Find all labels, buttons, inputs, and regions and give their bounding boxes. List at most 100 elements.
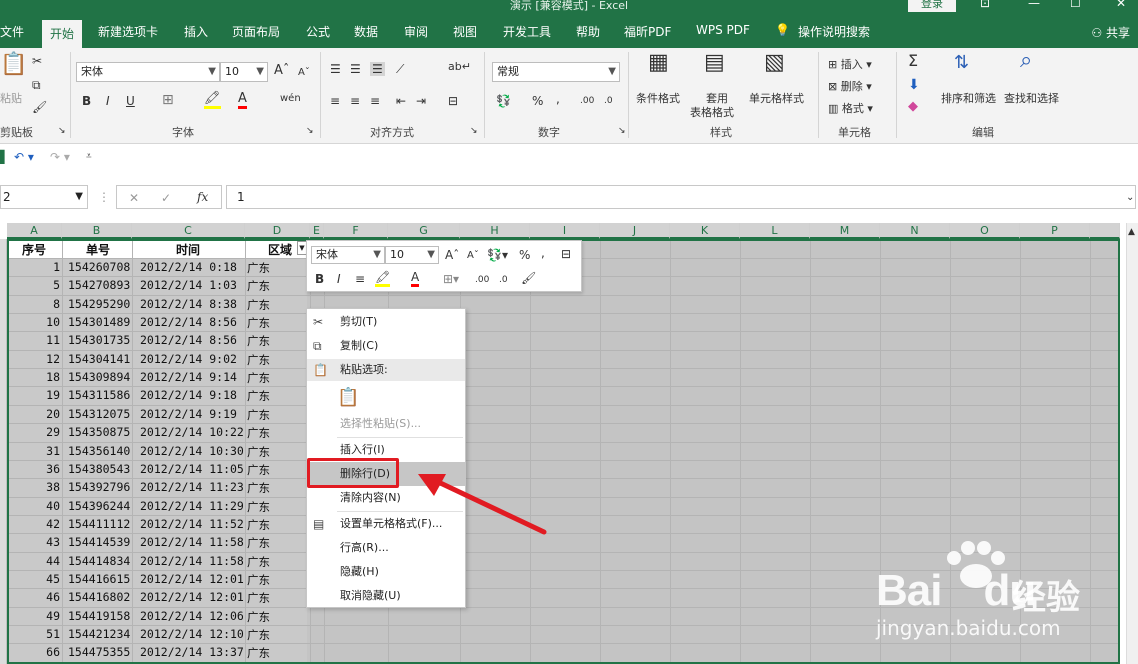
- tab-new[interactable]: 新建选项卡: [98, 23, 158, 45]
- number-launcher-icon[interactable]: ↘: [618, 124, 626, 138]
- cell-styles-label[interactable]: 单元格样式: [749, 90, 804, 106]
- mini-shrink-font-icon[interactable]: Aˇ: [467, 249, 479, 263]
- sort-filter-label[interactable]: 排序和筛选: [941, 90, 996, 106]
- increase-indent-icon[interactable]: ⇥: [416, 94, 426, 108]
- cut-icon[interactable]: ✂: [32, 54, 42, 68]
- tab-review[interactable]: 审阅: [404, 23, 428, 45]
- font-color-icon[interactable]: A: [238, 92, 247, 109]
- mini-fill-color-icon[interactable]: 🖍: [375, 270, 391, 287]
- menu-row-height[interactable]: 行高(R)...: [307, 537, 465, 559]
- col-header-f[interactable]: F: [324, 223, 388, 239]
- underline-icon[interactable]: U: [126, 94, 135, 108]
- mini-grow-font-icon[interactable]: Aˆ: [445, 248, 459, 262]
- login-button[interactable]: 登录: [908, 0, 956, 12]
- clear-icon[interactable]: ◆: [908, 100, 918, 114]
- mini-inc-decimal-icon[interactable]: .00: [475, 273, 489, 287]
- menu-copy[interactable]: ⧉ 复制(C): [307, 335, 465, 357]
- formula-input[interactable]: 1: [226, 185, 1136, 209]
- col-header-i[interactable]: I: [530, 223, 600, 239]
- save-icon[interactable]: ▌: [0, 150, 9, 164]
- col-header-h[interactable]: H: [460, 223, 530, 239]
- copy-icon[interactable]: ⧉: [32, 78, 41, 92]
- mini-size-select[interactable]: 10 ▼: [385, 246, 439, 264]
- menu-unhide[interactable]: 取消隐藏(U): [307, 585, 465, 607]
- format-table-icon[interactable]: ▤: [704, 52, 725, 74]
- paste-clipboard-icon[interactable]: 📋: [337, 387, 359, 408]
- orientation-icon[interactable]: ⟋: [396, 62, 404, 76]
- cell-styles-icon[interactable]: ▧: [764, 52, 785, 74]
- conditional-format-icon[interactable]: ▦: [648, 52, 669, 74]
- percent-icon[interactable]: %: [532, 94, 543, 108]
- redo-icon[interactable]: ↷ ▾: [50, 150, 70, 164]
- col-header-a[interactable]: A: [7, 223, 62, 239]
- cancel-icon[interactable]: ✕: [129, 191, 139, 205]
- tab-developer[interactable]: 开发工具: [503, 23, 551, 45]
- insert-function-icon[interactable]: fx: [197, 190, 208, 204]
- col-header-j[interactable]: J: [600, 223, 670, 239]
- fill-color-icon[interactable]: 🖍: [204, 92, 221, 109]
- tab-home[interactable]: 开始: [42, 20, 83, 48]
- wrap-text-icon[interactable]: ab↵: [448, 60, 471, 74]
- mini-accounting-icon[interactable]: 💱▾: [487, 248, 508, 262]
- font-name-select[interactable]: 宋体 ▼: [76, 62, 220, 82]
- font-size-select[interactable]: 10 ▼: [220, 62, 268, 82]
- tell-me-search[interactable]: 操作说明搜索: [798, 23, 870, 45]
- font-launcher-icon[interactable]: ↘: [306, 124, 314, 138]
- find-select-label[interactable]: 查找和选择: [1004, 90, 1059, 106]
- italic-icon[interactable]: I: [106, 94, 110, 108]
- enter-icon[interactable]: ✓: [161, 191, 171, 205]
- sort-filter-icon[interactable]: ⇅: [954, 54, 969, 72]
- col-header-d[interactable]: D: [245, 223, 310, 239]
- alignment-launcher-icon[interactable]: ↘: [470, 124, 478, 138]
- conditional-format-label[interactable]: 条件格式: [636, 90, 680, 106]
- undo-icon[interactable]: ↶ ▾: [14, 150, 34, 164]
- scroll-up-icon[interactable]: ▲: [1128, 225, 1135, 239]
- maximize-icon[interactable]: ☐: [1070, 0, 1081, 10]
- align-center-icon[interactable]: ≡: [350, 94, 360, 108]
- border-icon[interactable]: ⊞: [162, 93, 174, 107]
- vertical-scrollbar[interactable]: ▲: [1126, 223, 1138, 664]
- format-table-label2[interactable]: 表格格式: [690, 104, 734, 120]
- col-header-l[interactable]: L: [740, 223, 810, 239]
- increase-decimal-icon[interactable]: .00: [580, 94, 594, 108]
- font-shrink-icon[interactable]: Aˇ: [298, 66, 310, 80]
- minimize-icon[interactable]: —: [1028, 0, 1040, 10]
- mini-italic-icon[interactable]: I: [337, 272, 341, 286]
- col-header-b[interactable]: B: [62, 223, 132, 239]
- clipboard-launcher-icon[interactable]: ↘: [58, 124, 66, 138]
- col-header-m[interactable]: M: [810, 223, 880, 239]
- tab-foxit-pdf[interactable]: 福昕PDF: [624, 23, 671, 45]
- tab-formulas[interactable]: 公式: [306, 23, 330, 45]
- tab-view[interactable]: 视图: [453, 23, 477, 45]
- align-left-icon[interactable]: ≡: [330, 94, 340, 108]
- menu-hide[interactable]: 隐藏(H): [307, 561, 465, 583]
- col-header-o[interactable]: O: [950, 223, 1020, 239]
- merge-center-icon[interactable]: ⊟: [448, 94, 458, 108]
- tab-help[interactable]: 帮助: [576, 23, 600, 45]
- mini-border-icon[interactable]: ⊞▾: [443, 272, 459, 286]
- bold-icon[interactable]: B: [82, 94, 91, 108]
- menu-cut[interactable]: ✂ 剪切(T): [307, 311, 465, 333]
- menu-paste-special[interactable]: 选择性粘贴(S)...: [307, 413, 465, 435]
- phonetic-icon[interactable]: wén: [280, 92, 301, 106]
- delete-cells-button[interactable]: ⊠ 删除 ▾: [828, 78, 872, 94]
- col-header-k[interactable]: K: [670, 223, 740, 239]
- col-header-g[interactable]: G: [388, 223, 460, 239]
- col-header-e[interactable]: E: [310, 223, 324, 239]
- fill-down-icon[interactable]: ⬇: [908, 78, 920, 92]
- autosum-icon[interactable]: Σ: [908, 53, 918, 69]
- comma-style-icon[interactable]: ,: [556, 92, 560, 106]
- align-top-icon[interactable]: ☰: [330, 62, 341, 76]
- mini-format-painter-icon[interactable]: 🖌: [521, 271, 536, 285]
- format-cells-button[interactable]: ▥ 格式 ▾: [828, 100, 873, 116]
- font-grow-icon[interactable]: Aˆ: [274, 64, 289, 78]
- find-select-icon[interactable]: ⌕: [1020, 50, 1032, 72]
- mini-font-color-icon[interactable]: A: [411, 270, 420, 287]
- tab-wps-pdf[interactable]: WPS PDF: [696, 23, 750, 45]
- paste-icon[interactable]: 📋: [0, 54, 27, 76]
- mini-bold-icon[interactable]: B: [315, 272, 324, 286]
- mini-comma-icon[interactable]: ,: [541, 246, 545, 260]
- mini-font-select[interactable]: 宋体 ▼: [311, 246, 385, 264]
- mini-dec-decimal-icon[interactable]: .0: [499, 273, 508, 287]
- mini-merge-icon[interactable]: ⊟: [561, 247, 571, 261]
